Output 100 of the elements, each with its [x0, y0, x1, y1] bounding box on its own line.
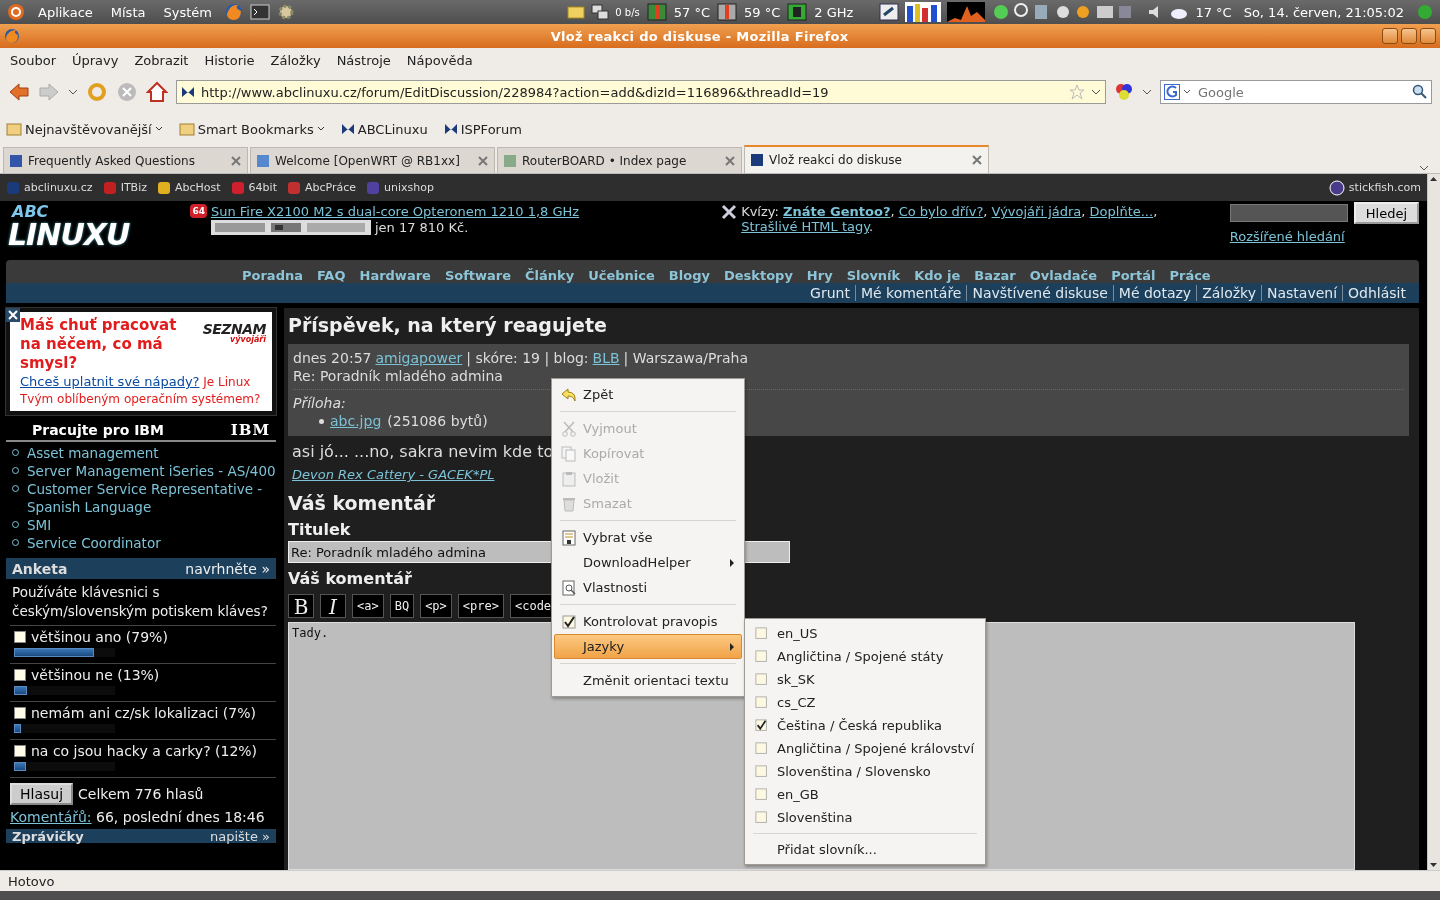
nav-link[interactable]: Mé komentáře	[854, 285, 967, 301]
nav-link[interactable]: Grunt	[805, 285, 855, 301]
nav-link[interactable]: Práce	[1169, 268, 1211, 283]
ad-banner[interactable]: Máš chuť pracovat na něčem, co má smysl? SEZNAM vývojáři Chceš uplatnit své nápady? Je Linux Tvým oblíbeným operačním systémem?	[6, 308, 276, 415]
browser-tab[interactable]: Vlož reakci do diskuse	[744, 145, 989, 173]
menu-item[interactable]: Změnit orientaci textu	[554, 668, 742, 693]
poll-checkbox[interactable]	[14, 669, 26, 681]
nav-link[interactable]: Slovník	[846, 268, 901, 283]
nav-link[interactable]: Ovladače	[1029, 268, 1098, 283]
menu-item[interactable]: Vlastnosti	[554, 575, 742, 600]
checkbox[interactable]	[755, 649, 769, 664]
url-field[interactable]: http://www.abclinuxu.cz/forum/EditDiscussion/228984?action=add&dizId=116896&threadId=19	[176, 80, 1106, 104]
browser-tab[interactable]: RouterBOARD • Index page	[497, 147, 742, 173]
clock[interactable]: So, 14. červen, 21:05:02	[1237, 4, 1410, 20]
bookmark-folder[interactable]: Smart Bookmarks	[178, 121, 325, 137]
menu-item[interactable]: Soubor	[2, 52, 64, 68]
nav-link[interactable]: Nastavení	[1261, 285, 1343, 301]
nav-link[interactable]: Software	[444, 268, 512, 283]
panel-menu[interactable]: Systém	[157, 4, 218, 20]
job-link[interactable]: SMI	[27, 516, 52, 534]
checkbox[interactable]	[755, 810, 769, 825]
site-link[interactable]: unixshop	[384, 181, 434, 194]
site-logo[interactable]: ABC LINUXU	[8, 204, 161, 252]
nav-link[interactable]: Bazar	[974, 268, 1016, 283]
nav-link[interactable]: Učebnice	[588, 268, 655, 283]
checkbox[interactable]	[755, 764, 769, 779]
nav-link[interactable]: Blogy	[668, 268, 710, 283]
menu-item[interactable]: Nástroje	[328, 52, 399, 68]
checkbox[interactable]	[755, 787, 769, 802]
menu-item[interactable]: Zobrazit	[126, 52, 197, 68]
comments-link[interactable]: Komentářů:	[10, 809, 92, 825]
menu-item[interactable]: Zpět	[554, 382, 742, 407]
menu-item[interactable]: Čeština / Česká republika	[747, 714, 983, 737]
signature-link[interactable]: Devon Rex Cattery - GACEK*PL	[292, 467, 495, 482]
format-button[interactable]: <pre>	[457, 594, 504, 618]
poll-checkbox[interactable]	[14, 631, 26, 643]
checkbox[interactable]	[755, 695, 769, 710]
nav-link[interactable]: FAQ	[317, 268, 346, 283]
scroll-down-icon[interactable]	[1428, 860, 1439, 870]
menu-item[interactable]: Slovenština / Slovensko	[747, 760, 983, 783]
job-link[interactable]: Server Management iSeries - AS/400	[27, 462, 276, 480]
menu-item[interactable]: Přidat slovník...	[747, 838, 983, 861]
quiz-link[interactable]: Znáte Gentoo?	[783, 204, 891, 219]
vote-button[interactable]: Hlasuj	[10, 783, 74, 805]
close-icon[interactable]	[971, 154, 983, 166]
menu-item[interactable]: Nápověda	[398, 52, 481, 68]
browser-tab[interactable]: Frequently Asked Questions	[3, 147, 248, 173]
format-button[interactable]: B	[288, 594, 314, 618]
bookmark-link[interactable]: ISPForum	[443, 121, 522, 137]
suggest-link[interactable]: navrhněte »	[185, 560, 270, 577]
nav-link[interactable]: Kdo je	[914, 268, 961, 283]
search-field[interactable]: Google	[1196, 83, 1408, 101]
poll-checkbox[interactable]	[14, 745, 26, 757]
bookmark-folder[interactable]: Nejnavštěvovanější	[6, 121, 163, 137]
search-button[interactable]: Hledej	[1353, 202, 1419, 224]
checkbox[interactable]	[755, 672, 769, 687]
site-link[interactable]: 64bit	[248, 181, 277, 194]
menu-item[interactable]: Angličtina / Spojené království	[747, 737, 983, 760]
bookmark-link[interactable]: ABCLinuxu	[340, 121, 428, 137]
close-button[interactable]	[1420, 28, 1436, 44]
site-link[interactable]: AbcHost	[175, 181, 221, 194]
format-button[interactable]: BQ	[389, 594, 415, 618]
nav-link[interactable]: Desktopy	[723, 268, 793, 283]
quiz-link[interactable]: Vývojáři jádra	[991, 204, 1082, 219]
quiz-link[interactable]: Co bylo dřív?	[898, 204, 984, 219]
site-link[interactable]: AbcPráce	[304, 181, 357, 194]
nav-link[interactable]: Odhlásit	[1342, 285, 1411, 301]
nav-link[interactable]: Poradna	[242, 268, 303, 283]
site-link[interactable]: abclinuxu.cz	[24, 181, 93, 194]
author-link[interactable]: amigapower	[375, 349, 463, 367]
ad-link[interactable]: Sun Fire X2100 M2 s dual-core Opteronem 1210 1,8 GHz	[210, 204, 580, 219]
nav-link[interactable]: Portál	[1111, 268, 1156, 283]
nav-link[interactable]: Hardware	[359, 268, 431, 283]
menu-item[interactable]: cs_CZ	[747, 691, 983, 714]
site-link[interactable]: stickfish.com	[1348, 181, 1421, 194]
job-link[interactable]: Asset management	[27, 444, 159, 462]
checkbox[interactable]	[561, 613, 577, 630]
nav-link[interactable]: Navštívené diskuse	[966, 285, 1113, 301]
checkbox[interactable]	[755, 626, 769, 641]
format-button[interactable]: <a>	[352, 594, 384, 618]
maximize-button[interactable]	[1401, 28, 1417, 44]
search-field[interactable]	[1229, 204, 1348, 222]
minimize-button[interactable]	[1382, 28, 1398, 44]
quiz-link[interactable]: Doplňte...	[1089, 204, 1154, 219]
panel-menu[interactable]: Místa	[104, 4, 152, 20]
attachment-link[interactable]: abc.jpg	[330, 412, 382, 430]
blog-link[interactable]: BLB	[592, 349, 620, 367]
menu-item[interactable]: Úpravy	[64, 52, 127, 68]
browser-tab[interactable]: Welcome [OpenWRT @ RB1xx]	[250, 147, 495, 173]
menu-item[interactable]: Historie	[196, 52, 263, 68]
nav-link[interactable]: Mé dotazy	[1112, 285, 1197, 301]
scrollbar[interactable]	[1427, 174, 1440, 870]
format-button[interactable]: <p>	[420, 594, 452, 618]
menu-item[interactable]: sk_SK	[747, 668, 983, 691]
job-link[interactable]: Customer Service Representative - Spanish Language	[27, 480, 276, 516]
ad-link[interactable]: Chceš uplatnit své nápady?	[20, 374, 200, 389]
menu-item[interactable]: Angličtina / Spojené státy	[747, 645, 983, 668]
menu-item[interactable]: en_GB	[747, 783, 983, 806]
checkbox[interactable]	[755, 718, 769, 733]
menu-item[interactable]: Záložky	[262, 52, 329, 68]
